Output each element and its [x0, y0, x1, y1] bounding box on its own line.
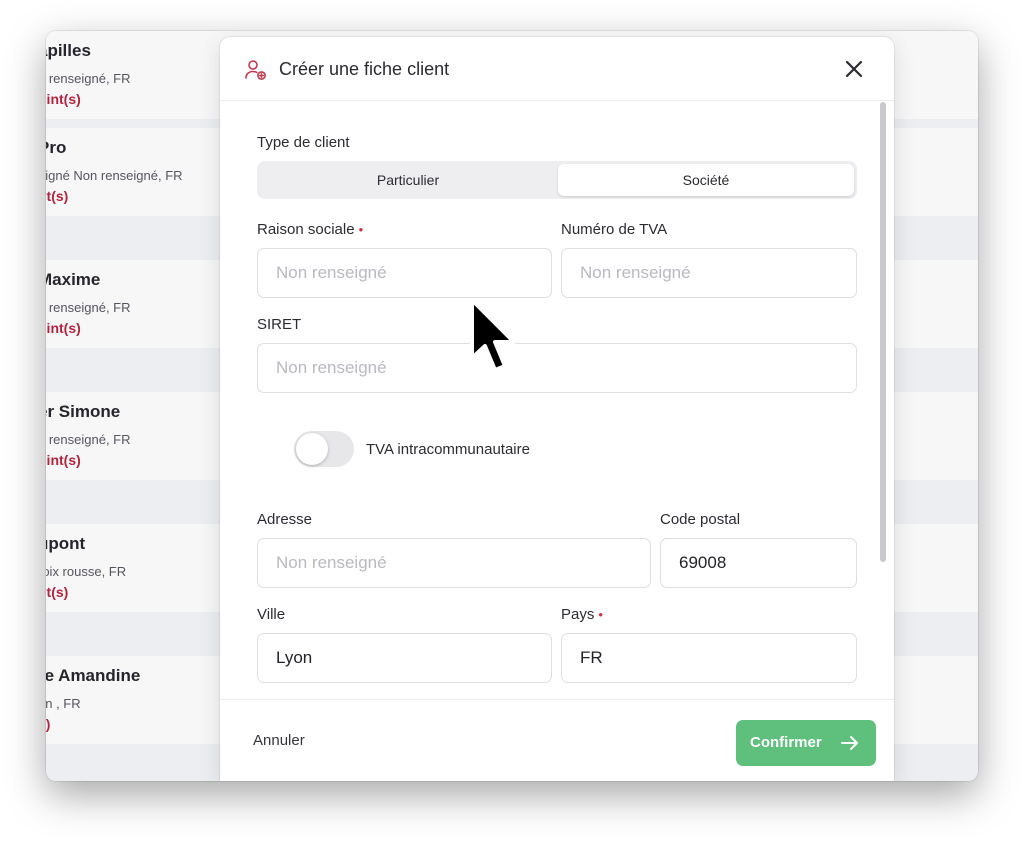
- tva-intracom-toggle[interactable]: [294, 431, 354, 467]
- client-type-label: Type de client: [257, 134, 350, 151]
- adresse-label: Adresse: [257, 511, 313, 528]
- client-points: oint(s): [46, 452, 81, 468]
- cancel-button[interactable]: Annuler: [253, 732, 305, 749]
- modal-body: Type de client Particulier Société Raiso…: [220, 102, 894, 697]
- create-client-modal: Créer une fiche client Type de client Pa…: [220, 37, 894, 781]
- client-name: re Amandine: [46, 666, 141, 685]
- raison-sociale-input[interactable]: [257, 248, 552, 298]
- pays-input[interactable]: [561, 633, 857, 683]
- client-location: eigné Non renseigné, FR: [46, 168, 183, 183]
- client-location: roix rousse, FR: [46, 564, 127, 579]
- modal-scrollbar[interactable]: [880, 102, 886, 562]
- required-mark: •: [598, 607, 603, 622]
- code-postal-label: Code postal: [660, 511, 741, 528]
- modal-header: Créer une fiche client: [220, 37, 894, 101]
- raison-sociale-label: Raison sociale •: [257, 221, 363, 238]
- confirm-button[interactable]: Confirmer: [736, 720, 876, 766]
- ville-input[interactable]: [257, 633, 552, 683]
- arrow-right-icon: [841, 736, 858, 750]
- client-location: on , FR: [46, 696, 81, 711]
- client-points: nt(s): [46, 188, 69, 204]
- close-icon[interactable]: [842, 57, 866, 81]
- client-points: oint(s): [46, 91, 81, 107]
- numero-tva-label: Numéro de TVA: [561, 221, 668, 238]
- code-postal-input[interactable]: [660, 538, 857, 588]
- client-name: er Simone: [46, 402, 121, 421]
- siret-label: SIRET: [257, 316, 302, 333]
- client-points: nt(s): [46, 584, 69, 600]
- client-name: upont: [46, 534, 86, 553]
- numero-tva-input[interactable]: [561, 248, 857, 298]
- client-name: Pro: [46, 138, 67, 157]
- ville-label: Ville: [257, 606, 286, 623]
- client-points: s): [46, 716, 51, 732]
- modal-footer: Annuler Confirmer: [220, 699, 894, 781]
- toggle-knob: [296, 433, 328, 465]
- confirm-label: Confirmer: [750, 734, 822, 751]
- app-window: apilles n renseigné, FR oint(s) Pro eign…: [46, 31, 978, 781]
- user-add-icon: [245, 60, 266, 80]
- required-mark: •: [358, 222, 364, 237]
- client-location: n renseigné, FR: [46, 432, 131, 447]
- tva-intracom-label: TVA intracommunautaire: [366, 441, 530, 458]
- siret-input[interactable]: [257, 343, 857, 393]
- client-location: n renseigné, FR: [46, 300, 131, 315]
- pays-label-text: Pays: [561, 606, 595, 623]
- client-location: n renseigné, FR: [46, 71, 131, 86]
- modal-title: Créer une fiche client: [279, 59, 450, 79]
- raison-sociale-label-text: Raison sociale: [257, 221, 355, 238]
- client-type-particulier[interactable]: Particulier: [260, 164, 556, 196]
- client-name: apilles: [46, 41, 91, 60]
- client-name: Maxime: [46, 270, 101, 289]
- adresse-input[interactable]: [257, 538, 651, 588]
- pays-label: Pays •: [561, 606, 603, 623]
- client-type-toggle: Particulier Société: [257, 161, 857, 199]
- client-type-societe[interactable]: Société: [558, 164, 854, 196]
- client-points: oint(s): [46, 320, 81, 336]
